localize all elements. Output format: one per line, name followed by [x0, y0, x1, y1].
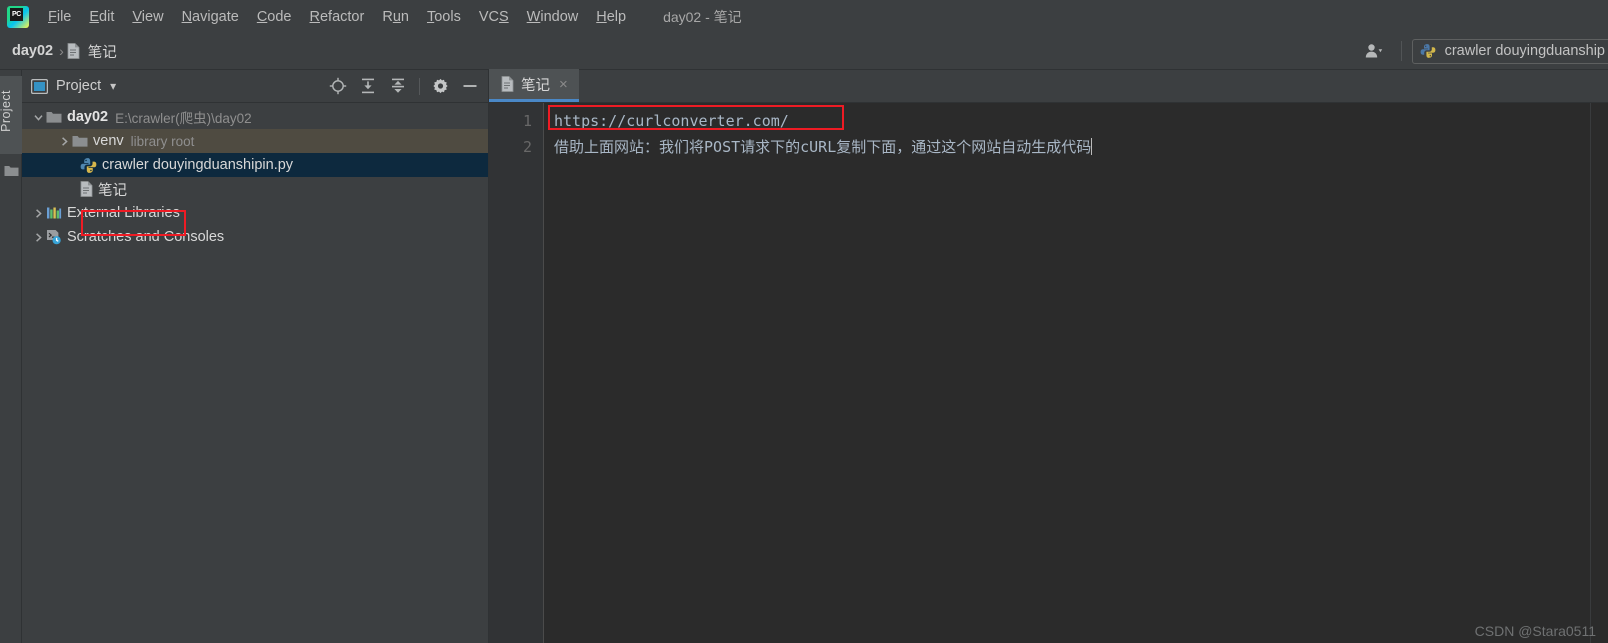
- collapse-all-icon[interactable]: [389, 77, 407, 95]
- editor-tab-label: 笔记: [521, 77, 550, 94]
- file-text-icon: [80, 181, 93, 197]
- tree-row-notes[interactable]: 笔记: [22, 177, 488, 201]
- editor-line-2-text: 借助上面网站：我们将POST请求下的cURL复制下面，通过这个网站自动生成代码: [554, 138, 1092, 156]
- chevron-right-icon[interactable]: [30, 232, 46, 243]
- folder-icon[interactable]: [4, 164, 19, 177]
- tool-window-tab-project-label: Project: [0, 90, 13, 132]
- editor-body: 1 2 https://curlconverter.com/ 借助上面网站：我们…: [489, 103, 1608, 643]
- navigation-bar: day02 › 笔记 crawler douyingduanship: [0, 33, 1608, 70]
- tree-row-venv[interactable]: venv library root: [22, 129, 488, 153]
- menu-item-navigate[interactable]: Navigate: [173, 6, 248, 28]
- editor-line-2: 借助上面网站：我们将POST请求下的cURL复制下面，通过这个网站自动生成代码: [544, 134, 1608, 160]
- tree-label-crawler-py: crawler douyingduanshipin.py: [102, 157, 294, 173]
- menu-item-help[interactable]: Help: [587, 6, 635, 28]
- menu-bar: PC File Edit View Navigate Code Refactor…: [0, 0, 1608, 33]
- editor-tab-notes[interactable]: 笔记 ×: [489, 69, 579, 102]
- navbar-actions: crawler douyingduanship: [1357, 33, 1608, 69]
- file-text-icon: [501, 76, 514, 92]
- breadcrumb-separator: ›: [59, 43, 64, 59]
- minimize-icon[interactable]: [461, 78, 479, 94]
- locate-target-icon[interactable]: [329, 77, 347, 95]
- tree-row-scratches-and-consoles[interactable]: Scratches and Consoles: [22, 225, 488, 249]
- run-configuration-label: crawler douyingduanship: [1444, 43, 1605, 59]
- menu-item-run[interactable]: Run: [373, 6, 418, 28]
- chevron-down-icon[interactable]: ▾: [110, 79, 116, 93]
- run-configuration-selector[interactable]: crawler douyingduanship: [1411, 38, 1608, 64]
- text-caret: [1091, 138, 1093, 155]
- external-libraries-icon: [46, 206, 62, 220]
- menu-item-edit[interactable]: Edit: [80, 6, 123, 28]
- breadcrumb: day02 › 笔记: [0, 39, 120, 64]
- editor-area: 笔记 × 1 2 https://curlconverter.com/ 借助上面…: [489, 69, 1608, 643]
- user-account-icon[interactable]: [1357, 40, 1391, 62]
- scratches-icon: [46, 229, 62, 245]
- tree-label-scratches-and-consoles: Scratches and Consoles: [67, 229, 225, 245]
- folder-icon: [72, 134, 88, 148]
- tree-label-day02: day02: [67, 109, 109, 125]
- expand-all-icon[interactable]: [359, 77, 377, 95]
- menu-item-window[interactable]: Window: [518, 6, 588, 28]
- tree-hint-venv: library root: [130, 133, 195, 149]
- line-number: 1: [522, 112, 532, 130]
- window-title: day02 - 笔记: [663, 8, 742, 25]
- left-tool-window-bar: Project: [0, 70, 22, 643]
- project-panel-title: Project: [56, 78, 102, 94]
- menu-item-tools[interactable]: Tools: [418, 6, 470, 28]
- menu-item-file[interactable]: File: [39, 6, 80, 28]
- chevron-right-icon[interactable]: [56, 136, 72, 147]
- tree-label-notes: 笔记: [98, 182, 127, 199]
- python-file-icon: [80, 157, 97, 174]
- menu-item-refactor[interactable]: Refactor: [301, 6, 374, 28]
- pycharm-logo-icon: PC: [7, 5, 29, 28]
- tree-label-external-libraries: External Libraries: [67, 205, 180, 221]
- pycharm-window: PC File Edit View Navigate Code Refactor…: [0, 0, 1608, 643]
- breadcrumb-item-project[interactable]: day02: [9, 41, 56, 61]
- menu-item-code[interactable]: Code: [248, 6, 301, 28]
- project-panel-actions: [329, 77, 482, 95]
- tree-row-day02[interactable]: day02 E:\crawler(爬虫)\day02: [22, 105, 488, 129]
- menu-item-view[interactable]: View: [123, 6, 172, 28]
- pycharm-logo-text: PC: [10, 7, 23, 21]
- tree-row-crawler-py[interactable]: crawler douyingduanshipin.py: [22, 153, 488, 177]
- file-text-icon: [67, 43, 80, 59]
- chevron-down-icon[interactable]: [30, 112, 46, 123]
- project-view-icon: [31, 78, 48, 94]
- editor-line-1: https://curlconverter.com/: [554, 112, 789, 130]
- gear-icon[interactable]: [432, 78, 449, 95]
- tree-label-venv: venv: [93, 133, 124, 149]
- python-file-icon: [1420, 43, 1436, 59]
- watermark: CSDN @Stara0511: [1474, 623, 1596, 639]
- project-panel-divider: [419, 77, 420, 95]
- editor-tab-bar: 笔记 ×: [489, 69, 1608, 103]
- project-tree: day02 E:\crawler(爬虫)\day02 venv library …: [22, 103, 488, 249]
- project-tool-window: Project ▾ day02 E:\crawler(爬虫)\day02 ven…: [22, 70, 489, 643]
- line-number: 2: [522, 138, 532, 156]
- folder-icon: [46, 110, 62, 124]
- tree-hint-day02: E:\crawler(爬虫)\day02: [115, 111, 252, 126]
- breadcrumb-item-file[interactable]: 笔记: [85, 39, 120, 64]
- navbar-divider: [1400, 41, 1402, 61]
- chevron-right-icon[interactable]: [30, 208, 46, 219]
- editor-text-content[interactable]: https://curlconverter.com/ 借助上面网站：我们将POS…: [544, 103, 1608, 643]
- tool-window-tab-project[interactable]: Project: [0, 76, 22, 154]
- project-panel-header: Project ▾: [22, 70, 488, 103]
- editor-right-rule: [1590, 103, 1591, 643]
- editor-gutter: 1 2: [489, 103, 544, 643]
- menu-item-vcs[interactable]: VCS: [470, 6, 518, 28]
- close-icon[interactable]: ×: [557, 77, 570, 92]
- tree-row-external-libraries[interactable]: External Libraries: [22, 201, 488, 225]
